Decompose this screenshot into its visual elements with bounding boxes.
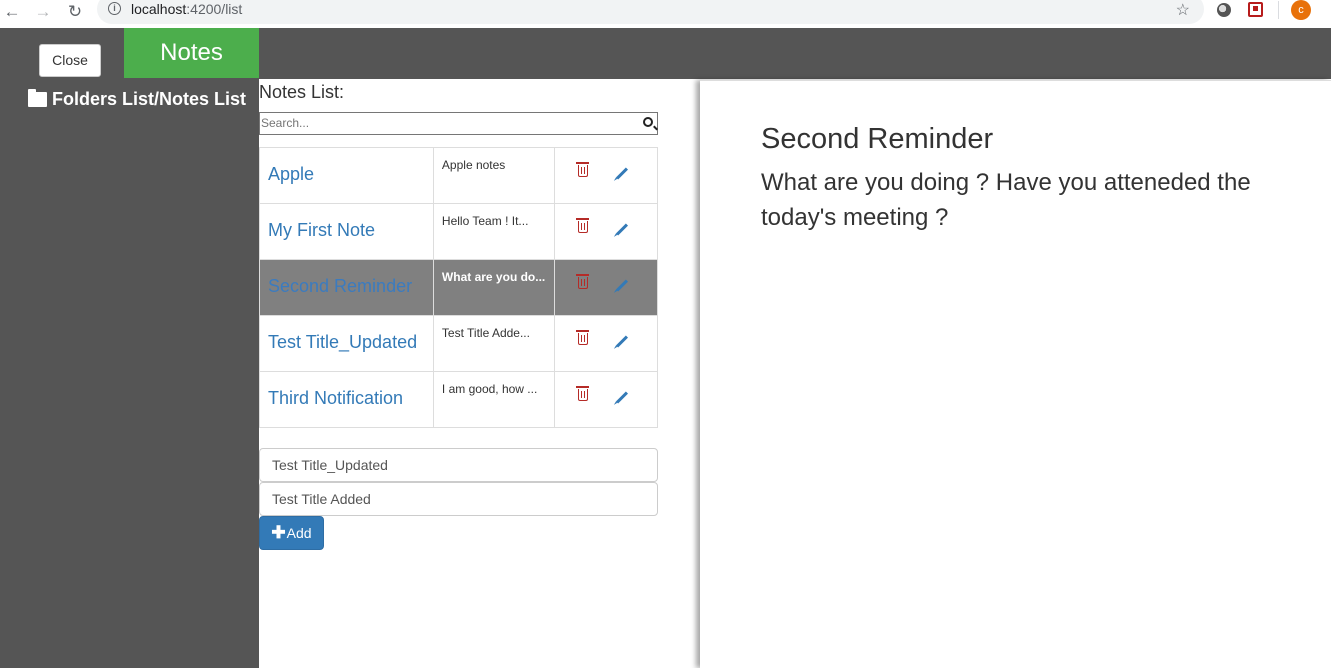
pencil-icon[interactable] — [615, 223, 628, 236]
toolbar-divider — [1278, 1, 1279, 19]
note-snippet: What are you do... — [432, 259, 555, 316]
folder-icon — [28, 89, 47, 107]
url-text[interactable]: localhost:4200/list — [131, 1, 242, 17]
sidebar: Folders List/Notes List — [0, 78, 259, 668]
note-actions — [553, 147, 659, 204]
add-button-label: Add — [286, 525, 312, 541]
note-snippet: Hello Team ! It... — [432, 203, 555, 260]
note-title-link[interactable]: Test Title_Updated — [268, 332, 417, 352]
note-snippet: Apple notes — [432, 147, 555, 204]
pencil-icon[interactable] — [615, 167, 628, 180]
note-title-link[interactable]: Apple — [268, 164, 314, 184]
forward-arrow-icon[interactable]: → — [33, 2, 53, 22]
table-row[interactable]: Test Title_Updated Test Title Adde... — [259, 315, 659, 372]
note-title-cell: My First Note — [259, 203, 434, 260]
browser-toolbar: ← → ↻ i localhost:4200/list ☆ c — [0, 0, 1331, 28]
viewer-body: What are you doing ? Have you atteneded … — [761, 169, 1251, 231]
note-title-cell: Test Title_Updated — [259, 315, 434, 372]
url-path: :4200/list — [186, 1, 243, 17]
add-button[interactable]: ✚ Add — [259, 516, 324, 550]
note-title-cell: Apple — [259, 147, 434, 204]
pencil-icon[interactable] — [615, 335, 628, 348]
sidebar-item-folders-notes[interactable]: Folders List/Notes List — [28, 89, 246, 110]
bookmark-star-icon[interactable]: ☆ — [1176, 0, 1190, 20]
trash-icon[interactable] — [575, 330, 589, 345]
plus-icon: ✚ — [271, 523, 286, 542]
note-title-cell: Third Notification — [259, 371, 434, 428]
viewer-title: Second Reminder — [761, 123, 994, 155]
address-bar[interactable]: i localhost:4200/list ☆ — [97, 0, 1204, 24]
search-icon[interactable] — [643, 117, 653, 127]
notes-list-heading: Notes List: — [259, 82, 345, 102]
note-title-cell: Second Reminder — [259, 259, 434, 316]
note-actions — [553, 315, 659, 372]
sidebar-item-label: Folders List/Notes List — [52, 89, 247, 109]
reload-icon[interactable]: ↻ — [65, 2, 85, 22]
extension-shield-icon[interactable] — [1248, 2, 1263, 17]
trash-icon[interactable] — [575, 162, 589, 177]
trash-icon[interactable] — [575, 274, 589, 289]
info-icon[interactable]: i — [108, 2, 121, 15]
table-row[interactable]: Third Notification I am good, how ... — [259, 371, 659, 428]
note-snippet: Test Title Adde... — [432, 315, 555, 372]
note-title-link[interactable]: Second Reminder — [268, 276, 412, 296]
table-row[interactable]: Apple Apple notes — [259, 147, 659, 204]
note-actions — [553, 203, 659, 260]
note-actions — [553, 371, 659, 428]
extension-icon[interactable] — [1217, 3, 1231, 17]
note-snippet: I am good, how ... — [432, 371, 555, 428]
profile-avatar[interactable]: c — [1291, 0, 1311, 20]
pencil-icon[interactable] — [615, 279, 628, 292]
note-viewer: Second Reminder What are you doing ? Hav… — [700, 80, 1331, 668]
app-title: Notes — [124, 28, 259, 78]
search-input[interactable] — [260, 113, 630, 133]
close-button[interactable]: Close — [39, 44, 101, 77]
notes-table: Apple Apple notes My First Note Hello Team … — [259, 147, 659, 428]
note-title-field[interactable] — [259, 448, 658, 482]
pencil-icon[interactable] — [615, 391, 628, 404]
note-title-link[interactable]: My First Note — [268, 220, 375, 240]
back-arrow-icon[interactable]: ← — [2, 2, 22, 22]
note-title-link[interactable]: Third Notification — [268, 388, 403, 408]
trash-icon[interactable] — [575, 386, 589, 401]
table-row[interactable]: My First Note Hello Team ! It... — [259, 203, 659, 260]
trash-icon[interactable] — [575, 218, 589, 233]
table-row[interactable]: Second Reminder What are you do... — [259, 259, 659, 316]
note-body-field[interactable] — [259, 482, 658, 516]
url-host: localhost — [131, 1, 187, 17]
note-actions — [553, 259, 659, 316]
search-box — [259, 112, 658, 135]
